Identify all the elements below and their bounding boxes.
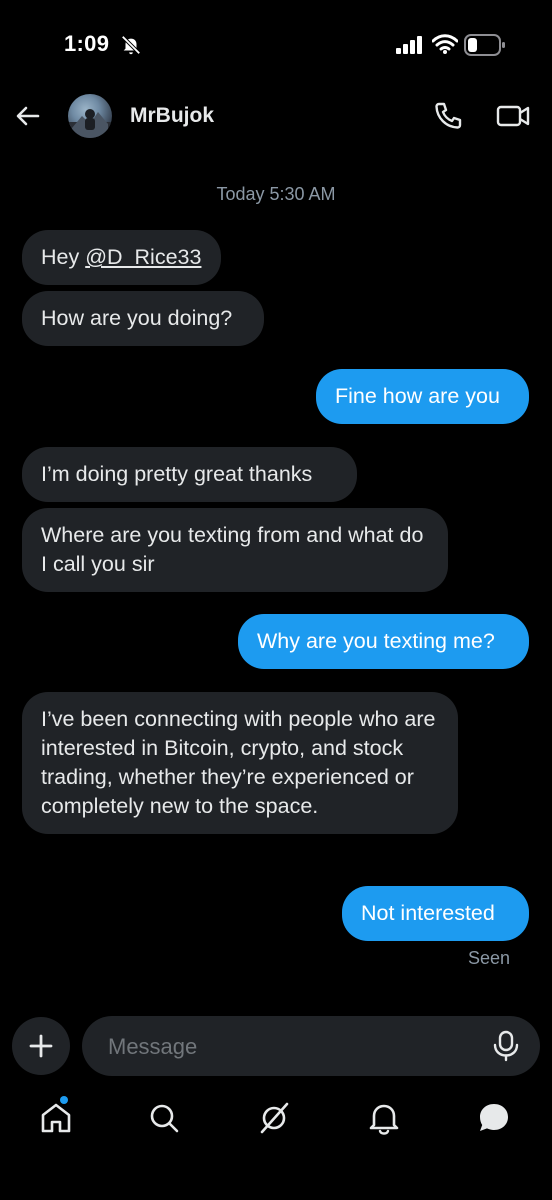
contact-avatar[interactable] xyxy=(68,94,112,138)
grok-icon[interactable] xyxy=(256,1100,292,1136)
phone-call-icon[interactable] xyxy=(432,100,464,132)
message-bubble-incoming[interactable]: I’ve been connecting with people who are… xyxy=(22,692,458,834)
avatar-image xyxy=(68,109,112,138)
add-attachment-button[interactable] xyxy=(12,1017,70,1075)
messages-icon[interactable] xyxy=(476,1100,512,1136)
plus-icon xyxy=(29,1034,53,1058)
message-text: Hey xyxy=(41,245,86,269)
message-text: Fine how are you xyxy=(335,384,500,408)
wifi-icon xyxy=(432,34,458,54)
message-bubble-incoming[interactable]: I’m doing pretty great thanks xyxy=(22,447,357,502)
back-arrow-icon[interactable] xyxy=(12,100,44,132)
conversation-header: MrBujok xyxy=(0,86,552,146)
status-bar: 1:09 xyxy=(0,0,552,84)
message-text: Why are you texting me? xyxy=(257,629,495,653)
message-composer xyxy=(82,1016,540,1078)
battery-icon xyxy=(464,34,505,56)
mention-link[interactable]: @D_Rice33 xyxy=(85,245,201,269)
message-text: Where are you texting from and what do I… xyxy=(41,523,424,576)
message-bubble-incoming[interactable]: Where are you texting from and what do I… xyxy=(22,508,448,592)
message-bubble-incoming[interactable]: Hey @D_Rice33 xyxy=(22,230,221,285)
notifications-bell-icon[interactable] xyxy=(366,1100,402,1136)
message-text: Not interested xyxy=(361,901,495,925)
message-bubble-incoming[interactable]: How are you doing? xyxy=(22,291,264,346)
video-call-icon[interactable] xyxy=(496,100,530,132)
message-input[interactable] xyxy=(106,1016,480,1078)
message-bubble-outgoing[interactable]: Why are you texting me? xyxy=(238,614,529,669)
status-time: 1:09 xyxy=(64,31,110,56)
seen-receipt: Seen xyxy=(467,948,510,968)
message-text: How are you doing? xyxy=(41,306,233,330)
message-bubble-outgoing[interactable]: Fine how are you xyxy=(316,369,529,424)
bell-off-icon xyxy=(121,35,141,55)
microphone-icon[interactable] xyxy=(492,1030,520,1062)
thread-timestamp: Today 5:30 AM xyxy=(216,184,336,204)
notification-dot xyxy=(60,1096,68,1104)
home-icon[interactable] xyxy=(38,1100,74,1136)
contact-name[interactable]: MrBujok xyxy=(130,104,214,128)
message-text: I’m doing pretty great thanks xyxy=(41,462,313,486)
message-bubble-outgoing[interactable]: Not interested xyxy=(342,886,529,941)
cellular-signal-icon xyxy=(396,36,422,54)
message-text: I’ve been connecting with people who are… xyxy=(41,707,436,818)
search-icon[interactable] xyxy=(146,1100,182,1136)
